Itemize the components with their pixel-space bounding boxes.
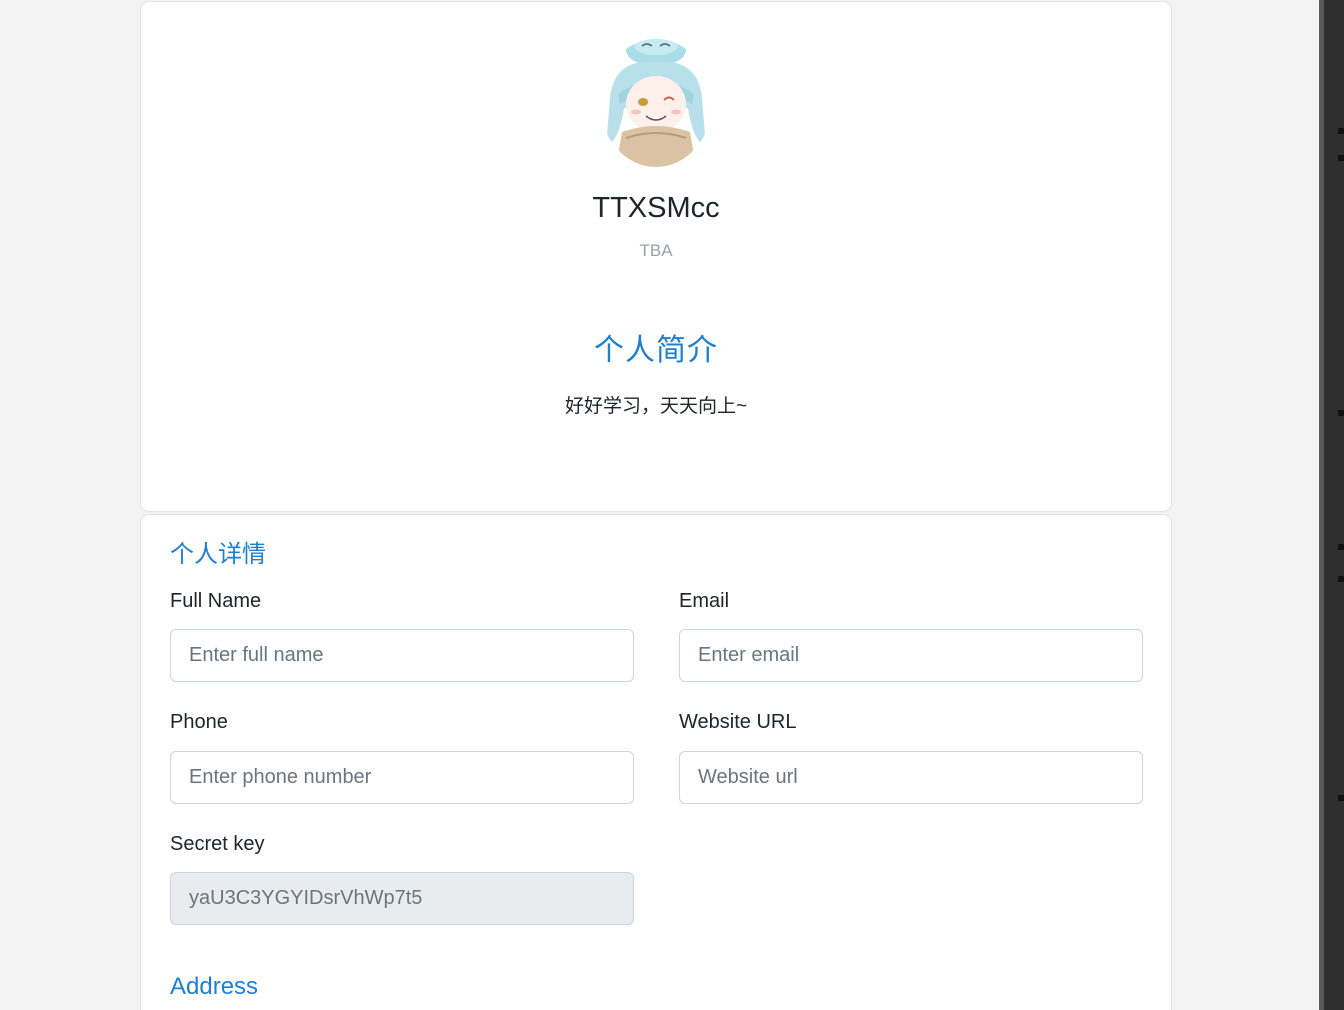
full-name-input[interactable] bbox=[170, 629, 634, 682]
secret-key-label: Secret key bbox=[170, 833, 265, 855]
email-input[interactable] bbox=[679, 629, 1143, 682]
full-name-label: Full Name bbox=[170, 590, 262, 612]
profile-role: TBA bbox=[639, 241, 673, 260]
phone-input[interactable] bbox=[170, 751, 634, 804]
anime-girl-avatar-icon bbox=[600, 39, 712, 167]
email-label: Email bbox=[679, 590, 730, 612]
address-title: Address bbox=[170, 973, 259, 1000]
window-edge-scrollbar[interactable] bbox=[1319, 0, 1344, 1010]
website-input[interactable] bbox=[679, 751, 1143, 804]
bio-title: 个人简介 bbox=[594, 334, 718, 367]
details-card: 个人详情 Full Name Email Phone Website URL S… bbox=[140, 514, 1172, 1010]
page-viewport: TTXSMcc TBA 个人简介 好好学习，天天向上~ 个人详情 Full Na… bbox=[0, 0, 1344, 1010]
details-title: 个人详情 bbox=[170, 541, 266, 568]
edge-mark bbox=[1338, 128, 1344, 134]
profile-card: TTXSMcc TBA 个人简介 好好学习，天天向上~ bbox=[140, 1, 1172, 512]
scrollbar-track[interactable] bbox=[1319, 0, 1324, 1010]
profile-name: TTXSMcc bbox=[592, 192, 720, 224]
website-label: Website URL bbox=[679, 711, 797, 733]
phone-label: Phone bbox=[170, 711, 228, 733]
edge-mark bbox=[1338, 410, 1344, 416]
edge-mark bbox=[1338, 544, 1344, 550]
edge-mark bbox=[1338, 795, 1344, 801]
edge-mark bbox=[1338, 155, 1344, 161]
edge-mark bbox=[1338, 576, 1344, 582]
bio-text: 好好学习，天天向上~ bbox=[564, 396, 748, 417]
secret-key-input bbox=[170, 872, 634, 925]
